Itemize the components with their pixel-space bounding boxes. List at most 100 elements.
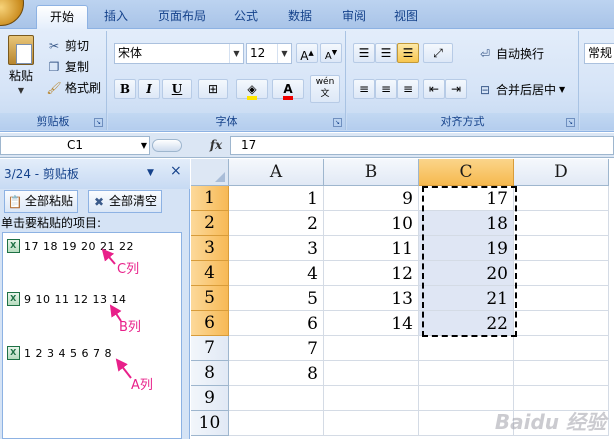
cell-d5[interactable] (514, 286, 609, 311)
tab-review[interactable]: 审阅 (332, 5, 376, 29)
chevron-down-icon[interactable]: ▼ (559, 85, 565, 94)
chevron-down-icon[interactable]: ▼ (277, 44, 291, 63)
cell-a1[interactable]: 1 (229, 186, 324, 211)
grow-font-button[interactable]: A▲ (296, 43, 318, 63)
select-all-corner[interactable] (191, 159, 229, 186)
name-box[interactable]: C1 ▼ (0, 136, 150, 155)
cell-c7[interactable] (419, 336, 514, 361)
column-header-c[interactable]: C (419, 159, 514, 186)
align-left-button[interactable]: ≡ (353, 79, 375, 99)
insert-function-icon[interactable]: fx (205, 136, 227, 155)
cell-d1[interactable] (514, 186, 609, 211)
row-header[interactable]: 6 (191, 311, 229, 336)
font-color-button[interactable]: A (272, 79, 304, 100)
cell-b7[interactable] (324, 336, 419, 361)
cell-b3[interactable]: 11 (324, 236, 419, 261)
cell-b2[interactable]: 10 (324, 211, 419, 236)
cell-c6[interactable]: 22 (419, 311, 514, 336)
cell-c1[interactable]: 17 (419, 186, 514, 211)
fill-color-button[interactable]: ◈ (236, 79, 268, 100)
column-header-b[interactable]: B (324, 159, 419, 186)
clipboard-launcher-icon[interactable]: ↘ (94, 118, 103, 127)
chevron-down-icon[interactable]: ▼ (141, 137, 147, 154)
tab-home[interactable]: 开始 (36, 5, 88, 29)
cell-b6[interactable]: 14 (324, 311, 419, 336)
cell-d7[interactable] (514, 336, 609, 361)
decrease-indent-button[interactable]: ⇤ (423, 79, 445, 99)
bold-button[interactable]: B (114, 79, 136, 99)
cell-c4[interactable]: 20 (419, 261, 514, 286)
alignment-launcher-icon[interactable]: ↘ (566, 118, 575, 127)
cell-b4[interactable]: 12 (324, 261, 419, 286)
align-center-button[interactable]: ≡ (375, 79, 397, 99)
cell-a6[interactable]: 6 (229, 311, 324, 336)
cell-d2[interactable] (514, 211, 609, 236)
row-header[interactable]: 5 (191, 286, 229, 311)
paste-dropdown-icon[interactable]: ▼ (18, 86, 24, 95)
tab-insert[interactable]: 插入 (94, 5, 138, 29)
row-header[interactable]: 8 (191, 361, 229, 386)
column-header-d[interactable]: D (514, 159, 609, 186)
tab-data[interactable]: 数据 (278, 5, 322, 29)
cell-a4[interactable]: 4 (229, 261, 324, 286)
align-right-button[interactable]: ≡ (397, 79, 419, 99)
cell-d6[interactable] (514, 311, 609, 336)
column-header-a[interactable]: A (229, 159, 324, 186)
cell-c2[interactable]: 18 (419, 211, 514, 236)
cell-a7[interactable]: 7 (229, 336, 324, 361)
row-header[interactable]: 9 (191, 386, 229, 411)
paste-button[interactable]: 粘贴 ▼ (4, 35, 38, 95)
cell-a9[interactable] (229, 386, 324, 411)
chevron-down-icon[interactable]: ▼ (229, 44, 243, 63)
font-size-combo[interactable]: 12 ▼ (246, 43, 292, 64)
phonetic-button[interactable]: wén 文 (310, 75, 340, 103)
tab-page-layout[interactable]: 页面布局 (148, 5, 216, 29)
cell-c5[interactable]: 21 (419, 286, 514, 311)
tab-formulas[interactable]: 公式 (224, 5, 268, 29)
orientation-button[interactable]: ⤢ (423, 43, 453, 63)
align-bottom-button[interactable]: ☰ (397, 43, 419, 63)
cell-a5[interactable]: 5 (229, 286, 324, 311)
underline-button[interactable]: U (162, 79, 192, 99)
borders-button[interactable]: ⊞ (198, 79, 228, 99)
tab-view[interactable]: 视图 (384, 5, 428, 29)
cell-d8[interactable] (514, 361, 609, 386)
cell-a3[interactable]: 3 (229, 236, 324, 261)
italic-button[interactable]: I (138, 79, 160, 99)
formula-bar-splitter[interactable] (152, 139, 182, 152)
cell-d3[interactable] (514, 236, 609, 261)
cell-b10[interactable] (324, 411, 419, 436)
pane-options-icon[interactable]: ▼ (147, 168, 154, 178)
cell-b9[interactable] (324, 386, 419, 411)
align-top-button[interactable]: ☰ (353, 43, 375, 63)
font-name-combo[interactable]: 宋体 ▼ (114, 43, 244, 64)
format-painter-button[interactable]: 🖌 格式刷 (46, 79, 101, 96)
row-header[interactable]: 2 (191, 211, 229, 236)
copy-button[interactable]: ❐ 复制 (46, 58, 89, 75)
cut-button[interactable]: ✂ 剪切 (46, 37, 89, 54)
cell-b1[interactable]: 9 (324, 186, 419, 211)
clear-all-button[interactable]: ✖ 全部清空 (88, 190, 162, 213)
cell-b5[interactable]: 13 (324, 286, 419, 311)
cell-a10[interactable] (229, 411, 324, 436)
merge-center-button[interactable]: ⊟ 合并后居中 ▼ (477, 81, 565, 98)
shrink-font-button[interactable]: A▼ (320, 43, 342, 63)
cell-b8[interactable] (324, 361, 419, 386)
row-header[interactable]: 7 (191, 336, 229, 361)
align-middle-button[interactable]: ☰ (375, 43, 397, 63)
row-header[interactable]: 4 (191, 261, 229, 286)
wrap-text-button[interactable]: ⏎ 自动换行 (477, 45, 544, 62)
cell-c3[interactable]: 19 (419, 236, 514, 261)
number-format-combo[interactable]: 常规 (584, 43, 614, 64)
formula-input[interactable]: 17 (230, 136, 614, 155)
increase-indent-button[interactable]: ⇥ (445, 79, 467, 99)
cell-c8[interactable] (419, 361, 514, 386)
row-header[interactable]: 3 (191, 236, 229, 261)
cell-a8[interactable]: 8 (229, 361, 324, 386)
row-header[interactable]: 10 (191, 411, 229, 436)
cell-d4[interactable] (514, 261, 609, 286)
close-icon[interactable]: × (170, 163, 182, 179)
office-button[interactable] (0, 0, 24, 26)
font-launcher-icon[interactable]: ↘ (333, 118, 342, 127)
paste-all-button[interactable]: 📋 全部粘贴 (4, 190, 78, 213)
